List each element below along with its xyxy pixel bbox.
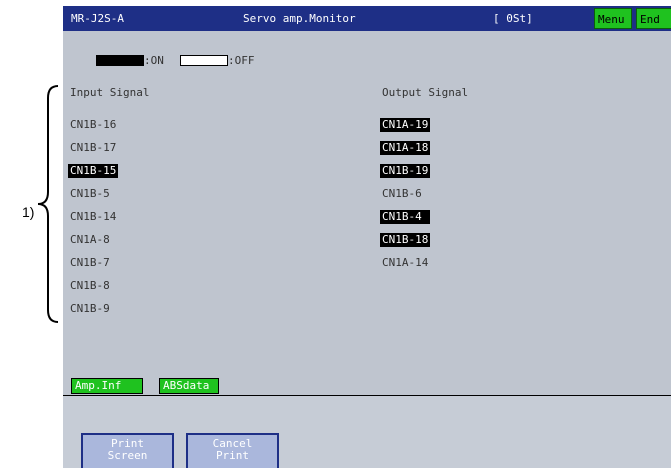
input-signal: CN1B-15 [68, 164, 119, 178]
station-status: [ 0St] [493, 12, 533, 25]
input-signal: CN1B-7 [70, 256, 110, 269]
model-name: MR-J2S-A [71, 12, 124, 25]
amp-inf-button[interactable]: Amp.Inf [71, 378, 143, 394]
input-signal: CN1B-17 [70, 141, 117, 154]
off-legend-swatch [180, 55, 228, 66]
on-legend-label: :ON [144, 54, 164, 67]
print-screen-button[interactable]: Print Screen [81, 433, 174, 468]
input-signal: CN1A-8 [70, 233, 110, 246]
cancel-print-button[interactable]: Cancel Print [186, 433, 279, 468]
output-signal: CN1B-18 [380, 233, 431, 247]
input-signal-header: Input Signal [70, 86, 150, 99]
title-bar: MR-J2S-A Servo amp.Monitor [ 0St] Menu E… [63, 6, 671, 31]
input-signal: CN1B-5 [70, 187, 110, 200]
monitor-screen: MR-J2S-A Servo amp.Monitor [ 0St] Menu E… [63, 6, 671, 468]
output-signal: CN1B-19 [380, 164, 431, 178]
print-screen-label-line2: Screen [107, 449, 148, 462]
output-signal: CN1A-19 [380, 118, 431, 132]
output-signal: CN1A-18 [380, 141, 431, 155]
end-button[interactable]: End [636, 8, 671, 29]
screen-title: Servo amp.Monitor [243, 12, 356, 25]
input-signal: CN1B-8 [70, 279, 110, 292]
input-signal: CN1B-14 [70, 210, 117, 223]
menu-button[interactable]: Menu [594, 8, 632, 29]
cancel-print-label-line2: Print [215, 449, 250, 462]
output-signal: CN1B-4 [380, 210, 431, 224]
output-signal-header: Output Signal [382, 86, 469, 99]
bracket-callout [37, 85, 59, 323]
on-legend-swatch [96, 55, 144, 66]
input-signal: CN1B-9 [70, 302, 110, 315]
callout-label: 1) [22, 204, 35, 220]
abs-data-button[interactable]: ABSdata [159, 378, 219, 394]
output-signal: CN1B-6 [382, 187, 422, 200]
input-signal: CN1B-16 [70, 118, 117, 131]
output-signal: CN1A-14 [382, 256, 429, 269]
bottom-panel: Print Screen Cancel Print [63, 395, 671, 468]
off-legend-label: :OFF [228, 54, 255, 67]
